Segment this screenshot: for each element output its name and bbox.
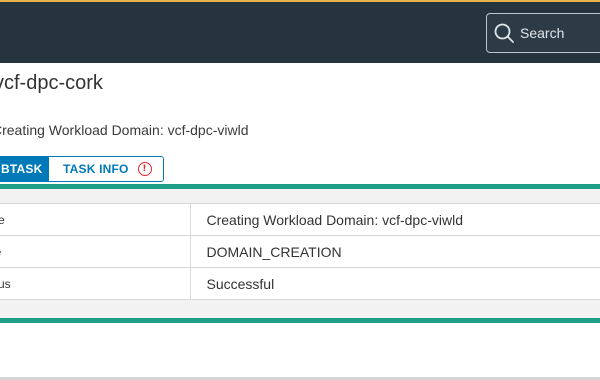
search-box[interactable]: Search xyxy=(486,13,600,53)
page-title: vcf-dpc-cork xyxy=(0,72,103,94)
warning-icon: ! xyxy=(137,162,152,176)
tab-subtask-label: BTASK xyxy=(1,162,43,176)
tab-task-info-label: TASK INFO xyxy=(63,162,129,176)
highlight-line-bottom xyxy=(0,318,600,323)
tab-subtask[interactable]: BTASK xyxy=(0,157,49,181)
table-row: atus Successful xyxy=(0,267,600,300)
tab-task-info[interactable]: TASK INFO ! xyxy=(49,157,163,181)
table-row: pe DOMAIN_CREATION xyxy=(0,235,600,268)
search-icon xyxy=(493,22,515,44)
app-header: Search xyxy=(0,2,600,63)
row-key: atus xyxy=(0,267,191,300)
row-key: pe xyxy=(0,235,191,268)
table-row: me Creating Workload Domain: vcf-dpc-viw… xyxy=(0,203,600,236)
task-tabs: BTASK TASK INFO ! xyxy=(0,156,164,182)
task-subtitle: Creating Workload Domain: vcf-dpc-viwld xyxy=(0,122,249,138)
row-value: Creating Workload Domain: vcf-dpc-viwld xyxy=(190,203,600,236)
row-value: DOMAIN_CREATION xyxy=(190,235,600,268)
row-value: Successful xyxy=(190,267,600,300)
task-details-table: me Creating Workload Domain: vcf-dpc-viw… xyxy=(0,203,600,300)
row-key: me xyxy=(0,203,191,236)
search-input[interactable]: Search xyxy=(520,25,564,41)
